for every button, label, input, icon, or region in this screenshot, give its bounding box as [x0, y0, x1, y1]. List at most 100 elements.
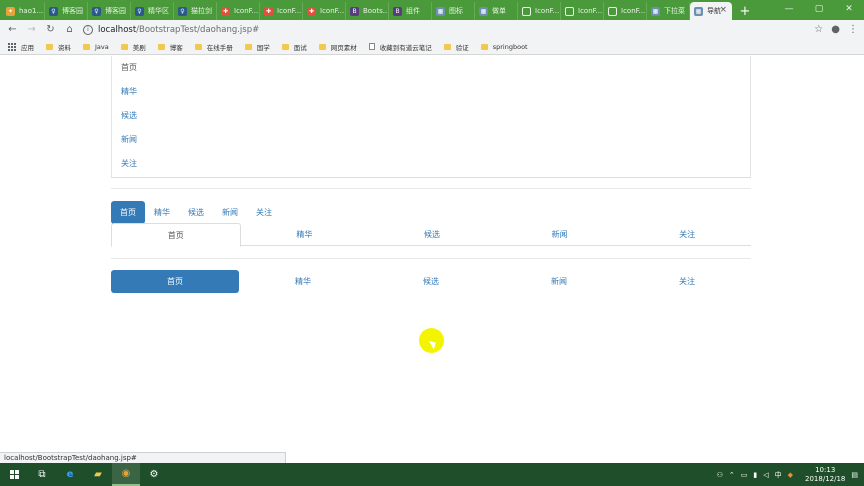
browser-tab[interactable]: IconF...: [561, 2, 604, 20]
account-icon[interactable]: ●: [831, 24, 840, 35]
nav-pills: 首页 精华 候选 新闻 关注: [111, 200, 281, 224]
nav-pill-news[interactable]: 新闻: [213, 201, 247, 224]
nav-tab-home[interactable]: 首页: [111, 223, 241, 247]
maximize-icon[interactable]: ▢: [804, 0, 834, 18]
settings-gear-icon[interactable]: ⚙: [140, 463, 168, 486]
folder-icon: [120, 43, 128, 50]
browser-tab[interactable]: B Boots...: [346, 2, 389, 20]
browser-tab[interactable]: IconF...: [518, 2, 561, 20]
volume-icon[interactable]: ◁: [763, 471, 768, 479]
apps-grid-icon: [8, 42, 16, 51]
nav-stacked-item-featured[interactable]: 精华: [112, 80, 750, 104]
folder-icon: [46, 43, 53, 50]
blog-icon: ♀: [92, 6, 101, 16]
browser-tab-active[interactable]: ▦ 导航 ×: [690, 2, 732, 20]
toolbar-right: ☆ ● ⋮: [814, 24, 858, 35]
app-tray-icon[interactable]: ◆: [788, 471, 793, 479]
nav-pill-featured[interactable]: 精华: [145, 201, 179, 224]
close-icon[interactable]: ×: [719, 5, 727, 15]
network-icon[interactable]: ▭: [741, 471, 748, 479]
reload-icon[interactable]: ↻: [41, 20, 60, 39]
browser-tab[interactable]: ♀ 猫拉剑: [174, 2, 217, 20]
bookmark-folder[interactable]: springboot: [480, 43, 528, 51]
clock[interactable]: 10:13 2018/12/18: [805, 466, 845, 484]
back-icon[interactable]: ←: [3, 20, 22, 39]
notifications-icon[interactable]: ▤: [851, 471, 858, 479]
nav-pill-home[interactable]: 首页: [111, 200, 145, 224]
close-window-icon[interactable]: ✕: [834, 0, 864, 18]
start-button[interactable]: [0, 463, 28, 486]
nav-tabs-justified: 首页 精华 候选 新闻 关注: [111, 223, 751, 247]
browser-tab[interactable]: ♀ 博客园: [45, 2, 88, 20]
people-icon[interactable]: ⚇: [717, 471, 723, 479]
star-icon[interactable]: ☆: [814, 24, 823, 35]
chevron-up-icon[interactable]: ⌃: [729, 471, 735, 479]
clock-date: 2018/12/18: [805, 474, 846, 483]
bookmark-folder[interactable]: 美剧: [120, 42, 146, 52]
ime-indicator[interactable]: 中: [775, 470, 782, 480]
nav-tab-featured[interactable]: 精华: [241, 223, 369, 245]
forward-icon[interactable]: →: [22, 20, 41, 39]
bookmark-folder[interactable]: 面试: [281, 42, 307, 52]
edge-icon[interactable]: e: [56, 463, 84, 486]
browser-tab[interactable]: ✚ IconF...: [260, 2, 303, 20]
bookmark-folder[interactable]: 国学: [244, 42, 270, 52]
url-host: localhost: [98, 24, 137, 35]
nav-justified-pill-candidates[interactable]: 候选: [367, 270, 495, 293]
nav-tab-follow[interactable]: 关注: [623, 223, 751, 245]
bookmark-page[interactable]: 收藏到有道云笔记: [368, 42, 432, 52]
nav-justified-pill-news[interactable]: 新闻: [495, 270, 623, 293]
menu-icon[interactable]: ⋮: [848, 24, 858, 35]
new-tab-icon[interactable]: +: [736, 2, 754, 20]
info-icon[interactable]: i: [83, 24, 93, 35]
nav-stacked-item-news[interactable]: 新闻: [112, 128, 750, 152]
browser-tab[interactable]: ✦ hao1...: [2, 2, 45, 20]
doc-icon: [522, 6, 531, 16]
browser-tab[interactable]: ▦ 图标: [432, 2, 475, 20]
folder-icon: [244, 43, 252, 50]
browser-tab[interactable]: ✚ IconF...: [303, 2, 346, 20]
nav-stacked-item-candidates[interactable]: 候选: [112, 104, 750, 128]
nav-pill-follow[interactable]: 关注: [247, 201, 281, 224]
bookmark-apps[interactable]: 应用: [8, 42, 34, 52]
folder-icon: [443, 43, 451, 50]
bookmark-folder[interactable]: 验证: [443, 42, 469, 52]
nav-pill-candidates[interactable]: 候选: [179, 201, 213, 224]
browser-tab[interactable]: IconF...: [604, 2, 647, 20]
minimize-icon[interactable]: —: [774, 0, 804, 18]
browser-tab[interactable]: ▦ 做单: [475, 2, 518, 20]
task-view-icon[interactable]: ⧉: [28, 463, 56, 486]
blog-icon: ♀: [135, 6, 144, 16]
browser-tab[interactable]: ✚ IconF...: [217, 2, 260, 20]
bootstrap-icon: B: [393, 6, 402, 16]
bookmark-folder[interactable]: 博客: [157, 42, 183, 52]
bookmark-folder[interactable]: 资料: [46, 42, 71, 52]
browser-tab[interactable]: ♀ 精华区: [131, 2, 174, 20]
home-icon[interactable]: ⌂: [60, 20, 79, 39]
chrome-icon[interactable]: ◉: [112, 463, 140, 486]
address-bar[interactable]: i localhost/BootstrapTest/daohang.jsp#: [83, 22, 798, 37]
bookmark-folder[interactable]: 在线手册: [194, 42, 233, 52]
file-explorer-icon[interactable]: ▰: [84, 463, 112, 486]
nav-justified-pill-featured[interactable]: 精华: [239, 270, 367, 293]
folder-icon: [480, 43, 488, 50]
browser-tab[interactable]: B 组件: [389, 2, 432, 20]
browser-tab[interactable]: ♀ 博客园: [88, 2, 131, 20]
nav-stacked-item-home[interactable]: 首页: [112, 56, 750, 80]
nav-justified-pill-follow[interactable]: 关注: [623, 270, 751, 293]
bookmark-folder[interactable]: 网页素材: [318, 42, 357, 52]
bookmark-folder[interactable]: Java: [83, 43, 109, 51]
nav-justified-pill-home[interactable]: 首页: [111, 270, 239, 293]
doc-icon: [565, 6, 574, 16]
clock-time: 10:13: [815, 465, 836, 474]
page-content: 首页 精华 候选 新闻 关注 首页 精华 候选 新闻 关注 首页 精华 候选 新…: [0, 56, 864, 463]
nav-stacked-item-follow[interactable]: 关注: [112, 152, 750, 176]
browser-tab[interactable]: ▦ 下拉菜: [647, 2, 690, 20]
folder-icon: [157, 43, 165, 50]
blog-icon: ♀: [49, 6, 58, 16]
folder-icon: [83, 43, 90, 50]
iconfont-icon: ✚: [307, 6, 316, 16]
nav-tab-candidates[interactable]: 候选: [368, 223, 496, 245]
battery-icon[interactable]: ▮: [753, 471, 757, 479]
nav-tab-news[interactable]: 新闻: [496, 223, 624, 245]
